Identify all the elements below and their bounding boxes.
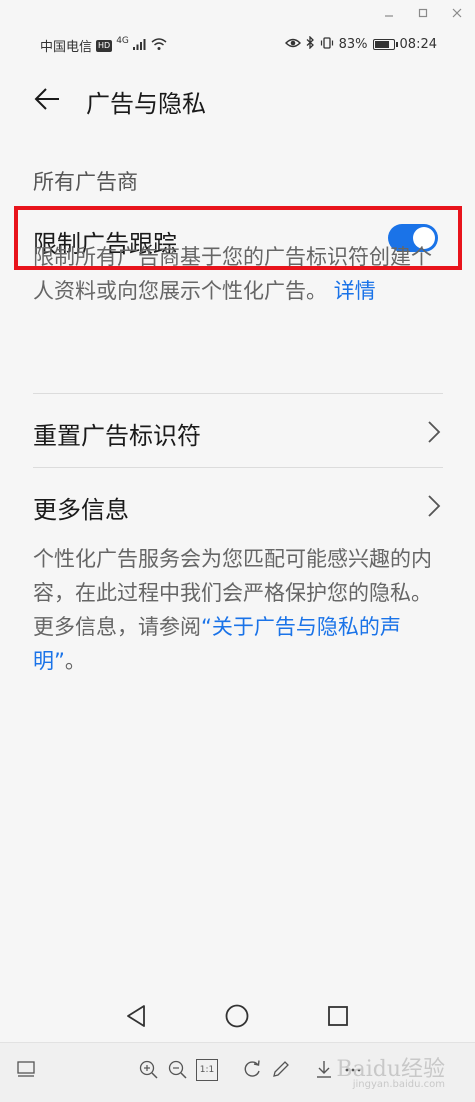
vibrate-icon xyxy=(320,36,334,53)
viewer-toolbar: 1:1 Baidu经验 jingyan.baidu.com xyxy=(0,1042,475,1102)
battery-icon xyxy=(372,39,398,50)
window-bar xyxy=(0,0,475,26)
screen-icon[interactable] xyxy=(16,1059,38,1081)
system-nav-bar xyxy=(0,990,475,1040)
carrier-name: 中国电信 xyxy=(40,40,93,55)
cell-signal-icon xyxy=(132,38,147,54)
zoom-out-icon[interactable] xyxy=(167,1059,189,1081)
battery-fill xyxy=(374,41,389,48)
chevron-right-icon xyxy=(428,421,441,443)
divider xyxy=(33,393,443,394)
more-info-suffix: 。 xyxy=(64,649,86,673)
edit-icon[interactable] xyxy=(270,1059,292,1081)
divider xyxy=(33,467,443,468)
details-link[interactable]: 详情 xyxy=(334,279,376,303)
back-button[interactable] xyxy=(30,82,64,116)
back-arrow-icon xyxy=(34,88,59,110)
close-icon[interactable] xyxy=(448,4,466,22)
more-info-label: 更多信息 xyxy=(33,496,129,524)
network-type: 4G xyxy=(116,35,129,46)
limit-ad-tracking-description: 限制所有广告商基于您的广告标识符创建个人资料或向您展示个性化广告。 详情 xyxy=(33,240,443,308)
nav-recents-icon[interactable] xyxy=(322,1000,354,1032)
hd-badge: HD xyxy=(96,39,113,52)
nav-home-icon[interactable] xyxy=(221,1000,253,1032)
status-bar: 中国电信 HD 4G 83% 08:24 xyxy=(0,30,475,58)
section-label: 所有广告商 xyxy=(33,170,138,194)
more-info-description: 个性化广告服务会为您匹配可能感兴趣的内容，在此过程中我们会严格保护您的隐私。更多… xyxy=(33,542,443,678)
clock: 08:24 xyxy=(399,37,437,52)
reset-ad-id-row[interactable]: 重置广告标识符 xyxy=(33,402,443,462)
zoom-in-icon[interactable] xyxy=(138,1059,160,1081)
maximize-icon[interactable] xyxy=(414,4,432,22)
more-info-row[interactable]: 更多信息 xyxy=(33,476,443,536)
minimize-icon[interactable] xyxy=(380,4,398,22)
download-icon[interactable] xyxy=(314,1059,336,1081)
app-header: 广告与隐私 xyxy=(0,70,475,130)
battery-percent: 83% xyxy=(338,37,368,52)
bluetooth-icon xyxy=(306,35,315,53)
page-title: 广告与隐私 xyxy=(86,90,206,118)
eye-icon xyxy=(284,37,301,53)
nav-back-icon[interactable] xyxy=(122,1000,154,1032)
wifi-icon xyxy=(151,37,167,54)
watermark-url: jingyan.baidu.com xyxy=(352,1079,445,1090)
chevron-right-icon xyxy=(428,495,441,517)
rotate-icon[interactable] xyxy=(242,1059,264,1081)
actual-size-button[interactable]: 1:1 xyxy=(196,1059,218,1081)
reset-ad-id-label: 重置广告标识符 xyxy=(33,422,201,450)
